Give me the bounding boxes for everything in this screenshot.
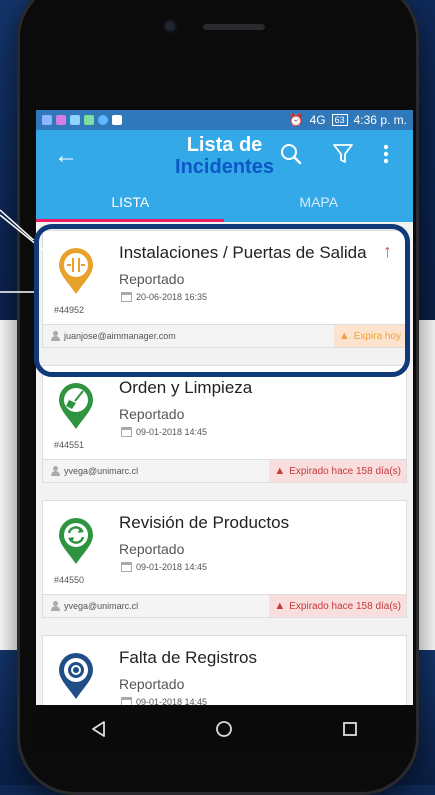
app-notification-icon (70, 115, 80, 125)
expiry-badge: ▲ Expirado hace 158 día(s) (269, 460, 406, 482)
broom-icon (59, 383, 93, 429)
tab-lista[interactable]: LISTA (36, 182, 225, 222)
page-title: Lista de Incidentes (36, 134, 413, 178)
clock: 4:36 p. m. (353, 113, 407, 127)
incident-date-text: 09-01-2018 14:45 (136, 562, 208, 572)
page-title-line2: Incidentes (175, 156, 274, 178)
recents-square-icon[interactable] (341, 720, 359, 738)
android-nav-bar (36, 705, 413, 753)
incident-title: Falta de Registros (119, 648, 257, 667)
app-notification-icon (84, 115, 94, 125)
tab-bar: LISTA MAPA (36, 182, 413, 222)
battery-indicator: 63 (331, 114, 348, 126)
more-options-icon[interactable] (381, 142, 391, 166)
card-footer: yvega@unimarc.cl ▲ Expirado hace 158 día(… (43, 459, 406, 482)
filter-icon[interactable] (331, 142, 355, 166)
card-footer: yvega@unimarc.cl ▲ Expirado hace 158 día(… (43, 594, 406, 617)
active-tab-indicator (36, 219, 224, 222)
signal-indicator: 4G (309, 113, 326, 127)
page-title-line1: Lista de (186, 134, 263, 156)
incident-status: Reportado (119, 676, 185, 692)
back-triangle-icon[interactable] (90, 720, 108, 738)
warning-icon: ▲ (274, 465, 286, 477)
warning-icon: ▲ (274, 600, 286, 612)
app-notification-icon (98, 115, 108, 125)
calendar-icon (121, 562, 132, 572)
app-bar: ← Lista de Incidentes (36, 130, 413, 182)
assignee-email: yvega@unimarc.cl (64, 466, 139, 476)
incident-status: Reportado (119, 541, 185, 557)
mail-icon (112, 115, 122, 125)
refresh-icon (59, 518, 93, 564)
expiry-text: Expirado hace 158 día(s) (289, 600, 401, 612)
assignee-email: yvega@unimarc.cl (64, 601, 139, 611)
incident-status: Reportado (119, 406, 185, 422)
incident-card[interactable]: #44551 Orden y Limpieza Reportado 09-01-… (42, 365, 407, 483)
assignee: yvega@unimarc.cl (43, 601, 138, 611)
expiry-badge: ▲ Expirado hace 158 día(s) (269, 595, 406, 617)
search-icon[interactable] (279, 142, 303, 166)
tab-mapa[interactable]: MAPA (225, 182, 414, 222)
user-icon (51, 466, 60, 476)
home-circle-icon[interactable] (215, 720, 233, 738)
expiry-text: Expirado hace 158 día(s) (289, 465, 401, 477)
target-icon (59, 653, 93, 699)
incident-title: Orden y Limpieza (119, 378, 253, 397)
user-icon (51, 601, 60, 611)
incident-title: Revisión de Productos (119, 513, 290, 532)
status-bar: ⏰ 4G 63 4:36 p. m. (36, 110, 413, 130)
front-camera (165, 21, 175, 31)
highlight-callout (34, 224, 410, 377)
app-screen: ⏰ 4G 63 4:36 p. m. ← Lista de Incidentes… (36, 110, 413, 738)
incident-card[interactable]: #44550 Revisión de Productos Reportado 0… (42, 500, 407, 618)
incident-date-text: 09-01-2018 14:45 (136, 427, 208, 437)
incident-id: #44550 (54, 575, 85, 585)
alarm-icon: ⏰ (288, 113, 304, 127)
incident-id: #44551 (54, 440, 85, 450)
incident-date: 09-01-2018 14:45 (121, 562, 207, 572)
assignee: yvega@unimarc.cl (43, 466, 138, 476)
incident-date: 09-01-2018 14:45 (121, 427, 207, 437)
calendar-icon (121, 427, 132, 437)
earpiece-speaker (203, 24, 265, 30)
